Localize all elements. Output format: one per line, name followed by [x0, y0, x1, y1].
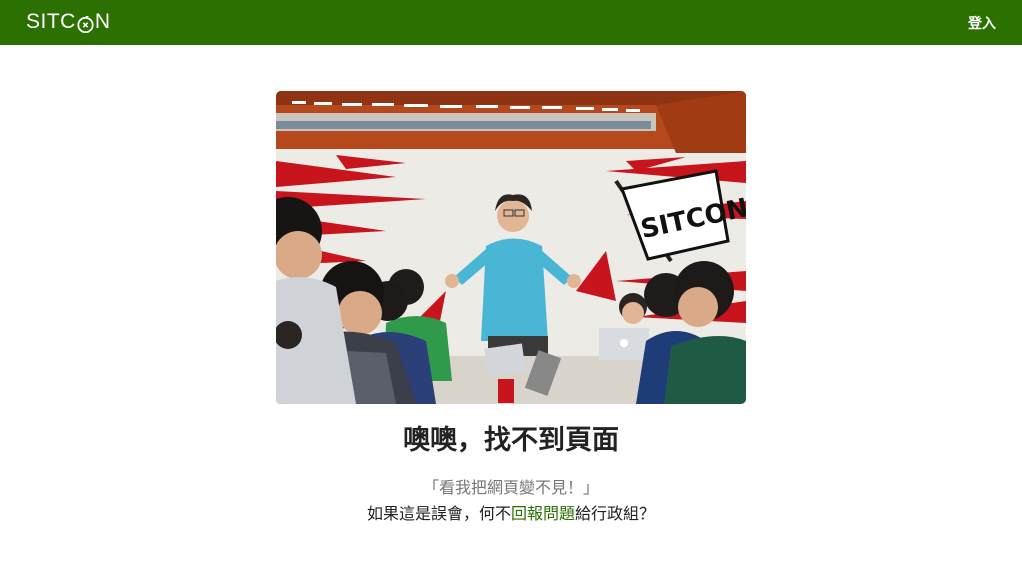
top-navbar: SITC N 登入 — [0, 0, 1022, 45]
error-message: 如果這是誤會，何不回報問題給行政組？ — [0, 500, 1022, 524]
page-title: 噢噢，找不到頁面 — [403, 425, 619, 456]
error-quote: 「看我把網頁變不見！」 — [422, 478, 599, 497]
login-link[interactable]: 登入 — [968, 13, 996, 33]
sitcon-logo[interactable]: SITC N — [26, 8, 111, 36]
logo-apple-icon — [77, 15, 94, 34]
message-before-text: 如果這是誤會，何不 — [366, 504, 511, 523]
logo-text-right: N — [94, 10, 111, 33]
hero-photo: SITCON — [276, 91, 746, 404]
message-after-text: 給行政組？ — [575, 504, 656, 523]
hero-photo-illustration: SITCON — [276, 91, 746, 404]
logo-text-left: SITC — [26, 10, 76, 33]
report-issue-link[interactable]: 回報問題 — [511, 504, 575, 523]
